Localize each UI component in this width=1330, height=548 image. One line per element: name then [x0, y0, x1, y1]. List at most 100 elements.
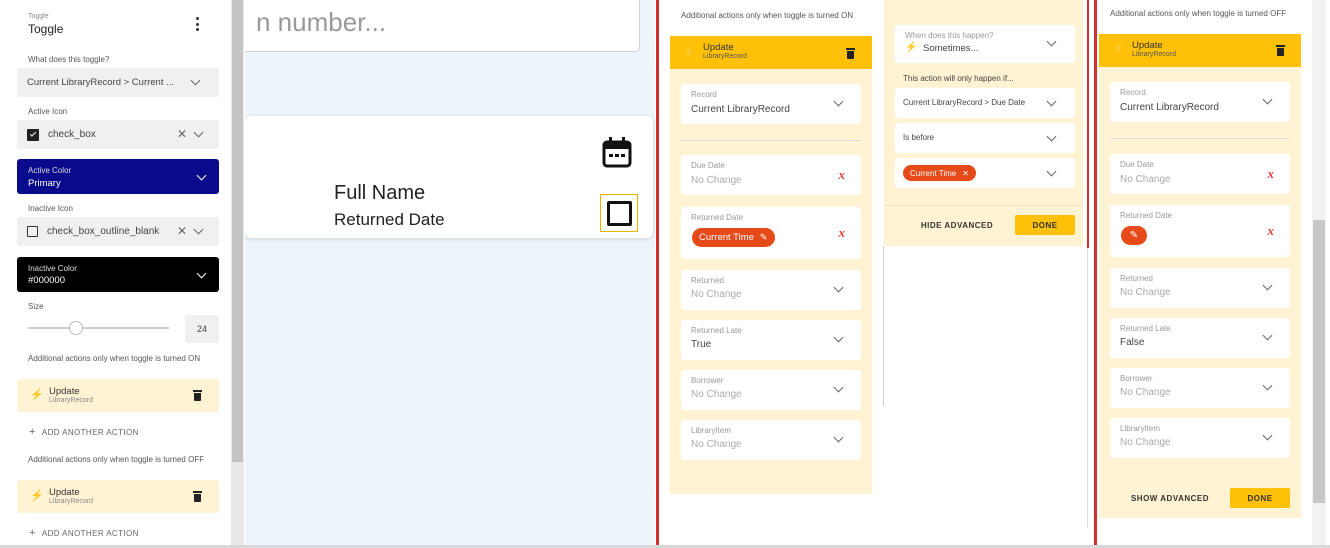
active-icon-value: check_box	[48, 129, 96, 140]
when-select[interactable]: When does this happen? ⚡ Sometimes...	[895, 25, 1075, 63]
search-input[interactable]: n number...	[245, 0, 640, 52]
panel-title: Toggle	[28, 22, 64, 36]
chip-label: Current Time	[699, 232, 754, 243]
inactive-icon-label: Inactive Icon	[28, 204, 73, 213]
due-date-value: No Change	[691, 175, 742, 186]
show-advanced-button[interactable]: SHOW ADVANCED	[1125, 488, 1215, 508]
chevron-down-icon	[1046, 131, 1057, 142]
formula-icon[interactable]: x	[1268, 166, 1275, 182]
library-item-select[interactable]: LibraryItem No Change	[681, 420, 861, 460]
remove-icon[interactable]: ✕	[962, 169, 969, 178]
done-button[interactable]: DONE	[1015, 215, 1075, 235]
chevron-down-icon	[196, 268, 207, 279]
size-slider-thumb[interactable]	[69, 321, 83, 335]
left-panel-scrollbar[interactable]	[231, 0, 244, 548]
active-color-select[interactable]: Active Color Primary	[17, 159, 219, 194]
plus-icon: +	[29, 527, 36, 539]
returned-value: No Change	[691, 289, 742, 300]
formula-icon[interactable]: x	[839, 225, 846, 241]
due-date-label: Due Date	[691, 161, 725, 170]
condition-value-select[interactable]: Current Time ✕	[895, 158, 1075, 188]
off-action-title: Update	[49, 487, 80, 498]
add-action-label: ADD ANOTHER ACTION	[41, 528, 139, 538]
inactive-color-select[interactable]: Inactive Color #000000	[17, 257, 219, 292]
library-item-select[interactable]: LibraryItem No Change	[1110, 418, 1290, 458]
off-action-card[interactable]: ⚡ Update LibraryRecord	[17, 480, 219, 513]
clear-icon[interactable]: ✕	[177, 224, 187, 238]
scroll-thumb[interactable]	[1313, 220, 1325, 503]
returned-value: No Change	[1120, 287, 1171, 298]
add-another-action-button[interactable]: + ADD ANOTHER ACTION	[29, 426, 139, 438]
chevron-down-icon	[833, 332, 844, 343]
library-item-label: LibraryItem	[1120, 424, 1161, 433]
what-toggle-select[interactable]: Current LibraryRecord > Current ...	[17, 68, 219, 97]
on-action-header[interactable]: ⚡ Update LibraryRecord	[670, 36, 872, 69]
toggle-checkbox-icon[interactable]	[600, 194, 638, 232]
size-input[interactable]: 24	[185, 315, 219, 343]
returned-late-select[interactable]: Returned Late True	[681, 320, 861, 360]
on-action-card[interactable]: ⚡ Update LibraryRecord	[17, 379, 219, 412]
clear-icon[interactable]: ✕	[177, 127, 187, 141]
record-label: Record	[691, 90, 717, 99]
borrower-select[interactable]: Borrower No Change	[1110, 368, 1290, 408]
formula-icon[interactable]: x	[1268, 223, 1275, 239]
done-button[interactable]: DONE	[1230, 488, 1290, 508]
due-date-field[interactable]: Due Date No Change x	[1110, 154, 1290, 194]
scroll-thumb[interactable]	[232, 0, 243, 462]
inactive-icon-select[interactable]: check_box_outline_blank ✕	[17, 217, 219, 246]
borrower-select[interactable]: Borrower No Change	[681, 370, 861, 410]
due-date-value: No Change	[1120, 174, 1171, 185]
chevron-down-icon	[1046, 166, 1057, 177]
active-icon-label: Active Icon	[28, 107, 68, 116]
edit-pencil-icon: ✎	[1129, 230, 1139, 241]
off-actions-label: Additional actions only when toggle is t…	[28, 455, 205, 464]
delete-icon[interactable]	[1276, 45, 1285, 56]
record-select[interactable]: Record Current LibraryRecord	[681, 84, 861, 124]
returned-select[interactable]: Returned No Change	[681, 270, 861, 310]
edit-chip[interactable]: ✎	[1121, 226, 1147, 245]
edit-pencil-icon[interactable]: ✎	[760, 232, 768, 243]
current-time-chip[interactable]: Current Time ✕	[903, 165, 976, 181]
chevron-down-icon	[833, 432, 844, 443]
delete-icon[interactable]	[193, 491, 202, 502]
on-action-title: Update	[49, 386, 80, 397]
record-value: Current LibraryRecord	[691, 104, 790, 115]
hide-advanced-button[interactable]: HIDE ADVANCED	[912, 215, 1002, 235]
returned-date-field[interactable]: Returned Date Current Time ✎ x	[681, 207, 861, 259]
record-card[interactable]: Full Name Returned Date	[245, 116, 653, 238]
on-action-title: Update	[703, 42, 734, 53]
borrower-value: No Change	[691, 389, 742, 400]
size-slider-track[interactable]	[28, 327, 169, 329]
inactive-color-value: #000000	[28, 275, 65, 286]
chevron-down-icon	[1262, 330, 1273, 341]
record-select[interactable]: Record Current LibraryRecord	[1110, 82, 1290, 122]
on-panel-header: Additional actions only when toggle is t…	[681, 11, 854, 20]
more-menu-icon[interactable]	[192, 16, 202, 32]
condition-field-select[interactable]: Current LibraryRecord > Due Date	[895, 88, 1075, 118]
active-icon-select[interactable]: check_box ✕	[17, 120, 219, 149]
returned-date-text: Returned Date	[334, 210, 445, 229]
add-another-action-button[interactable]: + ADD ANOTHER ACTION	[29, 527, 139, 539]
returned-late-label: Returned Late	[1120, 324, 1171, 333]
delete-icon[interactable]	[193, 390, 202, 401]
returned-late-label: Returned Late	[691, 326, 742, 335]
returned-late-select[interactable]: Returned Late False	[1110, 318, 1290, 358]
off-action-sub: LibraryRecord	[1132, 51, 1176, 58]
check-box-outline-blank-icon	[27, 226, 38, 237]
chevron-down-icon	[1046, 36, 1057, 47]
lightning-icon: ⚡	[30, 389, 44, 401]
due-date-field[interactable]: Due Date No Change x	[681, 155, 861, 195]
done-label: DONE	[1032, 220, 1058, 230]
returned-date-field[interactable]: Returned Date ✎ x	[1110, 205, 1290, 257]
what-toggle-label: What does this toggle?	[28, 55, 110, 64]
show-advanced-label: SHOW ADVANCED	[1130, 493, 1210, 503]
off-action-header[interactable]: ⚡ Update LibraryRecord	[1099, 34, 1301, 67]
when-value: Sometimes...	[923, 43, 979, 54]
current-time-chip[interactable]: Current Time ✎	[692, 228, 776, 247]
returned-select[interactable]: Returned No Change	[1110, 268, 1290, 308]
delete-icon[interactable]	[846, 48, 855, 59]
right-scrollbar[interactable]	[1312, 0, 1326, 546]
formula-icon[interactable]: x	[839, 167, 846, 183]
condition-operator-select[interactable]: Is before	[895, 123, 1075, 153]
chevron-down-icon	[190, 75, 201, 86]
